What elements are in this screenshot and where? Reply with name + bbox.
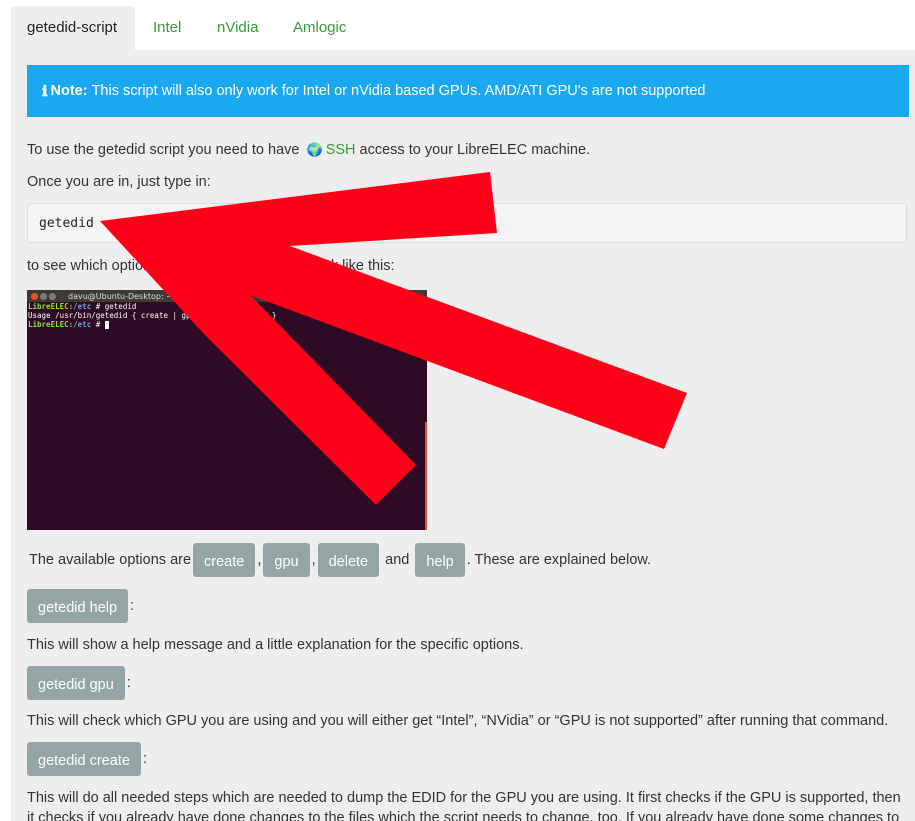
terminal-line-3: LibreELEC:/etc # (27, 320, 427, 329)
note-banner: ℹ Note: This script will also only work … (27, 65, 909, 117)
intro-text-before: To use the getedid script you need to ha… (27, 142, 300, 158)
options-and: and (385, 552, 410, 568)
once-in-text: Once you are in, just type in: (27, 174, 211, 190)
terminal-edge (425, 422, 427, 530)
terminal-titlebar: davu@Ubuntu-Desktop: ~ (27, 290, 427, 302)
options-text-after: . These are explained below. (466, 552, 652, 568)
options-text-before: The available options are (29, 552, 192, 568)
intro-text-after: access to your LibreELEC machine. (359, 142, 591, 158)
tab-bar: getedid-script Intel nVidia Amlogic (0, 0, 915, 50)
option-delete-button[interactable]: delete (317, 543, 380, 577)
maximize-dot-icon (49, 292, 56, 300)
info-icon: ℹ (42, 82, 48, 100)
terminal-line-2: Usage /usr/bin/getedid { create | gpu | … (28, 311, 277, 320)
section-help-text: This will show a help message and a litt… (27, 637, 524, 653)
tab-panel: ℹ Note: This script will also only work … (11, 50, 915, 821)
options-comma-1: , (257, 552, 262, 568)
section-gpu-colon: : (126, 675, 131, 691)
intro-paragraph: To use the getedid script you need to ha… (27, 142, 590, 158)
tab-intel[interactable]: Intel (137, 6, 197, 50)
tab-amlogic[interactable]: Amlogic (277, 6, 362, 50)
tab-getedid-script[interactable]: getedid-script (11, 6, 135, 50)
option-gpu-button[interactable]: gpu (263, 543, 310, 577)
section-help-heading: getedid help : (27, 589, 136, 623)
tab-nvidia[interactable]: nVidia (201, 6, 274, 50)
section-gpu-heading: getedid gpu : (27, 666, 133, 700)
terminal-cursor (104, 321, 109, 329)
close-dot-icon (31, 292, 38, 300)
section-create-colon: : (142, 751, 147, 767)
section-create-text-continued: it checks if you already have done chang… (27, 810, 900, 821)
getedid-help-button[interactable]: getedid help (27, 589, 129, 623)
option-help-button[interactable]: help (415, 543, 465, 577)
globe-icon: 🌍 (306, 142, 323, 157)
terminal-line-1: LibreELEC:/etc # getedid (28, 302, 137, 311)
minimize-dot-icon (40, 292, 47, 300)
terminal-screenshot: davu@Ubuntu-Desktop: ~ LibreELEC:/etc # … (27, 290, 427, 530)
options-comma-2: , (311, 552, 316, 568)
option-create-button[interactable]: create (193, 543, 256, 577)
note-label: Note: (50, 83, 88, 99)
options-line: The available options are create , gpu ,… (27, 543, 653, 577)
note-text: This script will also only work for Inte… (91, 83, 706, 99)
ssh-link[interactable]: SSH (326, 142, 356, 158)
section-help-colon: : (130, 598, 135, 614)
section-create-text: This will do all needed steps which are … (27, 790, 901, 806)
section-create-heading: getedid create : (27, 742, 149, 776)
getedid-gpu-button[interactable]: getedid gpu (27, 666, 125, 700)
getedid-create-button[interactable]: getedid create (27, 742, 141, 776)
section-gpu-text: This will check which GPU you are using … (27, 713, 889, 729)
see-options-text: to see which options are available. It s… (27, 258, 395, 274)
terminal-title: davu@Ubuntu-Desktop: ~ (68, 291, 173, 301)
code-block: getedid (27, 203, 907, 243)
